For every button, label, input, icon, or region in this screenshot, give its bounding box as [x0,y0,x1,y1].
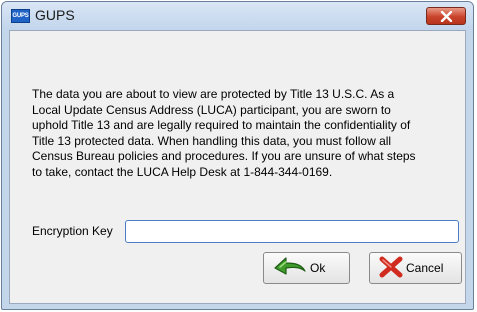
ok-button[interactable]: Ok [263,252,350,284]
red-x-icon [378,256,404,281]
cancel-button[interactable]: Cancel [369,252,462,284]
confidentiality-message: The data you are about to view are prote… [32,87,416,179]
dialog-body: The data you are about to view are prote… [9,30,466,304]
encryption-key-input[interactable] [125,220,459,243]
close-button[interactable] [426,7,466,25]
ok-label: Ok [310,261,326,275]
cancel-label: Cancel [406,261,444,275]
encryption-key-label: Encryption Key [32,224,113,238]
dialog-window: GUPS GUPS The data you are about to view… [1,1,474,310]
close-icon [440,11,453,22]
gups-app-icon: GUPS [11,9,30,23]
title-bar[interactable]: GUPS GUPS [2,2,473,30]
window-title: GUPS [35,7,75,23]
green-arrow-icon [272,254,308,283]
